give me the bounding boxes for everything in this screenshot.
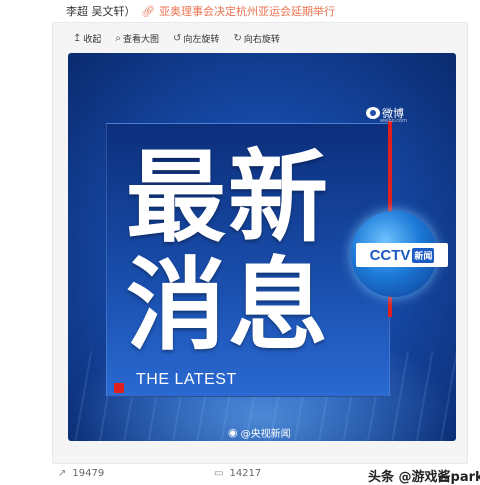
rotate-left-button[interactable]: ↺ 向左旋转	[173, 29, 219, 47]
cctv-news-logo: CCTV 新闻	[356, 243, 448, 267]
comment-icon: ▭	[214, 468, 224, 479]
comment-stat[interactable]: ▭ 14217	[214, 468, 261, 479]
rotate-left-label: 向左旋转	[183, 34, 220, 45]
weibo-small-icon: ◉	[228, 426, 238, 439]
rotate-right-icon: ↻	[233, 32, 242, 44]
forward-count: 19479	[72, 468, 105, 479]
view-large-label: 查看大图	[123, 34, 160, 45]
weibo-icon	[366, 107, 380, 119]
image-watermark: ◉ @央视新闻	[228, 425, 291, 440]
weibo-domain: weibo.com	[380, 118, 407, 124]
news-image[interactable]: 微博 weibo.com 最新 消息 CCTV 新闻 THE LATEST ◉ …	[68, 53, 456, 441]
page-watermark: 头条 @游戏酱park	[368, 470, 480, 485]
post-text: 李超 吴文轩） 🔗︎ 亚奥理事会决定杭州亚运会延期举行	[66, 3, 335, 19]
forward-stat[interactable]: ↗ 19479	[58, 468, 104, 479]
rotate-right-button[interactable]: ↻ 向右旋转	[233, 29, 279, 47]
image-toolbar: ↥ 收起 ⌕ 查看大图 ↺ 向左旋转 ↻ 向右旋转	[73, 29, 280, 47]
post-authors: 李超 吴文轩）	[66, 5, 136, 18]
arrow-up-icon: ↥	[73, 32, 82, 44]
cctv-news-text: 新闻	[412, 247, 435, 263]
topic-link[interactable]: 亚奥理事会决定杭州亚运会延期举行	[159, 5, 335, 18]
rotate-right-label: 向右旋转	[243, 34, 280, 45]
red-square	[114, 383, 124, 393]
collapse-label: 收起	[83, 34, 102, 45]
image-viewer-card: ↥ 收起 ⌕ 查看大图 ↺ 向左旋转 ↻ 向右旋转 微博 weibo.com 最…	[52, 22, 468, 464]
collapse-button[interactable]: ↥ 收起	[73, 29, 101, 47]
rotate-left-icon: ↺	[173, 32, 182, 44]
headline-line1: 最新	[126, 139, 330, 256]
cctv-text: CCTV	[369, 246, 411, 264]
subtitle: THE LATEST	[136, 371, 237, 388]
zoom-icon: ⌕	[115, 32, 122, 44]
forward-icon: ↗	[58, 468, 67, 479]
watermark-text: @央视新闻	[240, 429, 291, 440]
comment-count: 14217	[229, 468, 262, 479]
link-icon: 🔗︎	[141, 5, 155, 18]
view-large-button[interactable]: ⌕ 查看大图	[115, 29, 159, 47]
headline-line2: 消息	[126, 247, 330, 364]
